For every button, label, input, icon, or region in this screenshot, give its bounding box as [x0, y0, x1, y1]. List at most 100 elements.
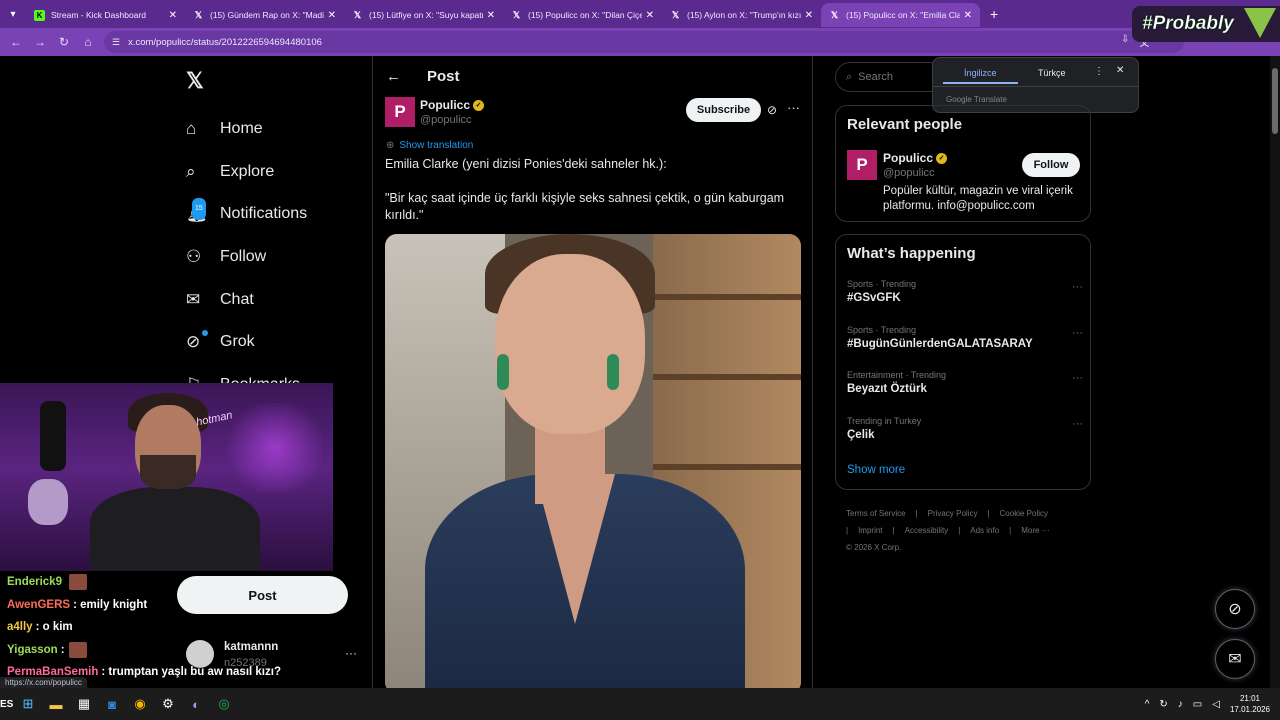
url-bar[interactable]: ☰ x.com/populicc/status/2012226594694480… [104, 31, 1184, 53]
search-icon: ⌕ [186, 161, 196, 181]
file-explorer-icon[interactable]: ▬ [42, 690, 70, 718]
trend-item[interactable]: Sports · Trending #BugünGünlerdenGALATASA… [847, 325, 1083, 365]
author-name: Populicc [420, 98, 471, 112]
browser-tab[interactable]: 𝕏 (15) Gündem Rap on X: "Madis ✕ [185, 3, 344, 27]
trend-more-icon[interactable]: ··· [1072, 327, 1083, 339]
image-shelf-line [653, 374, 801, 380]
browser-tab[interactable]: 𝕏 (15) Aylon on X: "Trump'ın kızı c ✕ [662, 3, 821, 27]
search-icon: ⌕ [846, 70, 853, 83]
post-image[interactable] [385, 234, 801, 694]
home-nav-icon[interactable]: ⌂ [76, 35, 100, 49]
trend-category: Sports · Trending [847, 279, 917, 289]
translate-more-icon[interactable]: ⋮ [1094, 66, 1104, 77]
subscribe-button[interactable]: Subscribe [686, 98, 761, 122]
translate-close-icon[interactable]: ✕ [1116, 65, 1124, 76]
translate-tab-underline [943, 82, 1018, 84]
discord-icon[interactable]: ◐ [182, 690, 210, 718]
reload-icon[interactable]: ↻ [52, 35, 76, 49]
steam-icon[interactable]: ⚙ [154, 690, 182, 718]
install-icon[interactable]: ⇩ [1121, 34, 1129, 49]
footer-link[interactable]: Accessibility [905, 526, 949, 535]
trend-more-icon[interactable]: ··· [1072, 418, 1083, 430]
browser-tab[interactable]: K Stream - Kick Dashboard ✕ [26, 3, 185, 27]
spotify-icon[interactable]: ◎ [210, 690, 238, 718]
tab-close-icon[interactable]: ✕ [646, 10, 654, 21]
tray-chevron-icon[interactable]: ^ [1145, 699, 1150, 710]
scrollbar-thumb[interactable] [1272, 68, 1278, 134]
trend-item[interactable]: Entertainment · Trending Beyazıt Öztürk ··… [847, 370, 1083, 410]
trend-item[interactable]: Sports · Trending #GSvGFK ··· [847, 279, 1083, 319]
sidebar-item-notifications[interactable]: 🔔︎15 Notifications [186, 193, 307, 236]
messages-float-button[interactable]: ✉ [1215, 639, 1255, 679]
footer-link[interactable]: Imprint [858, 526, 882, 535]
relevant-name-row[interactable]: Populicc ✓ [883, 151, 948, 165]
tab-close-icon[interactable]: ✕ [964, 10, 972, 21]
translate-tab-turkish[interactable]: Türkçe [1038, 68, 1066, 78]
account-more-icon[interactable]: ··· [345, 646, 357, 660]
page-title: Post [427, 68, 460, 85]
author-name-row[interactable]: Populicc ✓ [420, 98, 485, 112]
windows-taskbar: ES ⊞ ▬ ▦ ◙ ◉ ⚙ ◐ ◎ ^ ↻ ♪ ▭ ◁ 21:01 17.01… [0, 688, 1280, 720]
windows-start-icon[interactable]: ⊞ [14, 690, 42, 718]
grok-float-button[interactable]: ⊘ [1215, 589, 1255, 629]
webcam-shirt [90, 487, 260, 571]
trend-item[interactable]: Trending in Turkey Çelik ··· [847, 416, 1083, 456]
relevant-handle[interactable]: @populicc [883, 167, 935, 179]
tab-close-icon[interactable]: ✕ [487, 10, 495, 21]
sidebar-item-chat[interactable]: ✉ Chat [186, 278, 307, 321]
trend-more-icon[interactable]: ··· [1072, 372, 1083, 384]
chat-message: a4lly: o kim [0, 616, 300, 639]
clock[interactable]: 21:01 17.01.2026 [1230, 693, 1270, 715]
browser-tab[interactable]: 𝕏 (15) Lütfiye on X: "Suyu kapatm ✕ [344, 3, 503, 27]
translate-tab-english[interactable]: İngilizce [964, 68, 997, 78]
sidebar-item-grok[interactable]: ⊘ Grok [186, 321, 307, 364]
sidebar-item-label: Home [220, 120, 263, 138]
footer-link[interactable]: Terms of Service [846, 509, 906, 518]
chat-username: Yigasson [7, 643, 58, 656]
sidebar-item-home[interactable]: ⌂ Home [186, 108, 307, 151]
sidebar-item-follow[interactable]: ⚇ Follow [186, 236, 307, 279]
forward-nav-icon[interactable]: → [28, 35, 52, 49]
outlook-icon[interactable]: ◙ [98, 690, 126, 718]
new-tab-icon[interactable]: + [990, 6, 998, 22]
footer-link[interactable]: Cookie Policy [1000, 509, 1048, 518]
tab-close-icon[interactable]: ✕ [805, 10, 813, 21]
grok-icon[interactable]: ⊘ [767, 103, 777, 117]
sidebar-item-label: Grok [220, 333, 255, 351]
browser-tab[interactable]: 𝕏 (15) Populicc on X: "Dilan Çiçek ✕ [503, 3, 662, 27]
footer-link[interactable]: © 2026 X Corp. [846, 543, 901, 552]
language-indicator[interactable]: ES [0, 699, 14, 710]
mail-icon: ✉ [186, 289, 201, 309]
author-handle[interactable]: @populicc [420, 114, 472, 126]
sidebar-item-label: Explore [220, 162, 275, 180]
post-more-icon[interactable]: ··· [787, 100, 800, 115]
tab-close-icon[interactable]: ✕ [169, 10, 177, 21]
trend-more-icon[interactable]: ··· [1072, 281, 1083, 293]
footer-link[interactable]: Privacy Policy [928, 509, 978, 518]
tab-search-icon[interactable]: ▾ [0, 4, 26, 24]
tray-network-icon[interactable]: ▭ [1193, 699, 1202, 710]
follow-button[interactable]: Follow [1022, 153, 1080, 177]
scrollbar[interactable] [1270, 56, 1280, 688]
browser-tab[interactable]: 𝕏 (15) Populicc on X: "Emilia Clark ✕ [821, 3, 980, 27]
show-translation-link[interactable]: ⊕ Show translation [386, 140, 473, 151]
footer-link[interactable]: Ads info [970, 526, 999, 535]
relevant-avatar[interactable]: P [847, 150, 877, 180]
sidebar-item-explore[interactable]: ⌕ Explore [186, 151, 307, 194]
footer-link[interactable]: More ··· [1021, 526, 1049, 535]
tray-volume-icon[interactable]: ◁ [1212, 699, 1220, 710]
tray-mic-icon[interactable]: ♪ [1178, 699, 1183, 710]
chrome-icon[interactable]: ◉ [126, 690, 154, 718]
site-info-icon[interactable]: ☰ [112, 37, 120, 48]
store-icon[interactable]: ▦ [70, 690, 98, 718]
back-nav-icon[interactable]: ← [4, 35, 28, 49]
tray-sync-icon[interactable]: ↻ [1159, 699, 1167, 710]
show-more-link[interactable]: Show more [847, 464, 905, 476]
author-avatar[interactable]: P [385, 97, 415, 127]
x-logo-icon[interactable]: 𝕏 [186, 68, 204, 94]
probably-tag: #Probably [1142, 13, 1234, 34]
translate-footer: Google Translate [946, 95, 1007, 104]
back-arrow-icon[interactable]: ← [386, 68, 401, 85]
tab-close-icon[interactable]: ✕ [328, 10, 336, 21]
trend-name: Çelik [847, 428, 875, 441]
